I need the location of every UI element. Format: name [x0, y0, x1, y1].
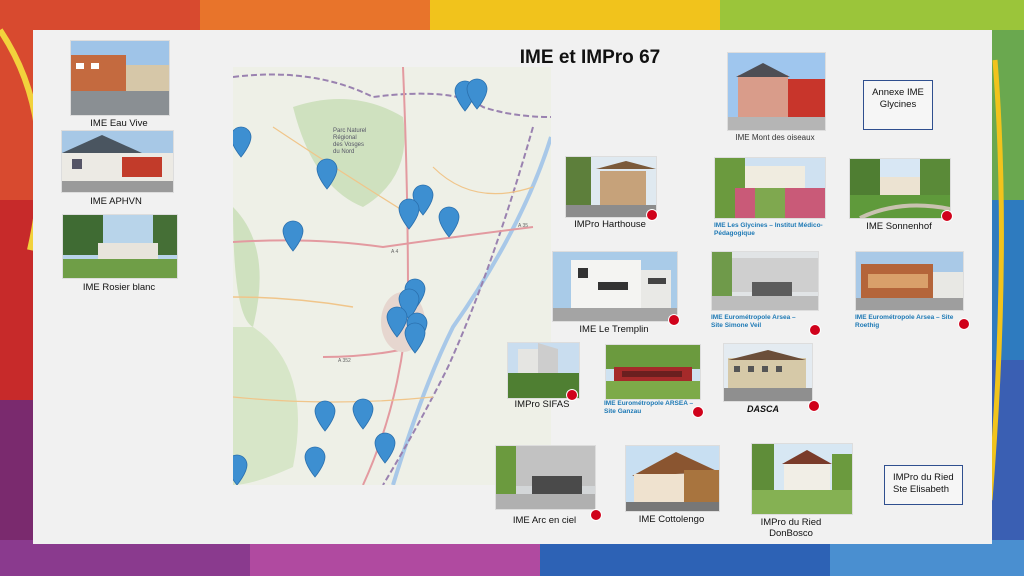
label-sonnenhof: IME Sonnenhof: [866, 221, 932, 232]
label-mont-des-oiseaux: IME Mont des oiseaux: [735, 133, 815, 142]
label-eau-vive: IME Eau Vive: [90, 118, 148, 129]
map-road-a4: A 4: [391, 249, 398, 255]
photo-aphvn[interactable]: [61, 130, 174, 193]
label-simone-veil[interactable]: IME Eurométropole Arsea – Site Simone Ve…: [711, 314, 807, 330]
label-ganzau[interactable]: IME Eurométropole ARSEA – Site Ganzau: [604, 400, 694, 416]
photo-arc-en-ciel[interactable]: [495, 445, 596, 510]
label-roethig[interactable]: IME Eurométropole Arsea – Site Roethig: [855, 314, 955, 330]
label-harthouse: IMPro Harthouse: [574, 219, 646, 230]
photo-harthouse[interactable]: [565, 156, 657, 218]
photo-ganzau[interactable]: [605, 344, 701, 400]
label-dasca: DASCA: [746, 404, 779, 414]
ried-ste-elisabeth-box[interactable]: IMPro du Ried Ste Elisabeth: [884, 465, 963, 505]
photo-roethig[interactable]: [855, 251, 964, 311]
label-sifas: IMPro SIFAS: [514, 399, 570, 410]
photo-sonnenhof[interactable]: [849, 158, 951, 219]
status-dot-roethig: [958, 318, 970, 330]
label-cottolengo: IME Cottolengo: [638, 514, 705, 525]
map-canvas[interactable]: Parc Naturel Régional des Vosges du Nord A …: [233, 67, 551, 485]
photo-simone-veil[interactable]: [711, 251, 819, 311]
photo-rosier-blanc[interactable]: [62, 214, 178, 279]
status-dot-dasca: [808, 400, 820, 412]
photo-le-tremplin[interactable]: [552, 251, 678, 322]
status-dot-ganzau: [692, 406, 704, 418]
photo-glycines[interactable]: [714, 157, 826, 219]
map-road-a352: A 352: [338, 358, 351, 364]
annexe-glycines-label: Annexe IME Glycines: [872, 87, 924, 110]
label-donbosco: IMPro du Ried DonBosco: [760, 517, 822, 539]
photo-donbosco[interactable]: [751, 443, 853, 515]
label-arc-en-ciel: IME Arc en ciel: [512, 515, 577, 526]
label-rosier-blanc: IME Rosier blanc: [82, 282, 156, 293]
photo-eau-vive[interactable]: [70, 40, 170, 116]
photo-dasca[interactable]: [723, 343, 813, 402]
photo-mont-des-oiseaux[interactable]: [727, 52, 826, 131]
label-aphvn: IME APHVN: [90, 196, 142, 207]
photo-cottolengo[interactable]: [625, 445, 720, 512]
ried-ste-elisabeth-label: IMPro du Ried Ste Elisabeth: [893, 472, 954, 495]
page-title: IME et IMPro 67: [519, 47, 661, 68]
annexe-glycines-box[interactable]: Annexe IME Glycines: [863, 80, 933, 130]
map-view[interactable]: Parc Naturel Régional des Vosges du Nord A …: [233, 67, 551, 485]
label-glycines[interactable]: IME Les Glycines – Institut Médico-Pédag…: [714, 222, 824, 238]
label-le-tremplin: IME Le Tremplin: [579, 324, 649, 335]
status-dot-simone-veil: [809, 324, 821, 336]
map-road-a35: A 35: [518, 223, 528, 229]
